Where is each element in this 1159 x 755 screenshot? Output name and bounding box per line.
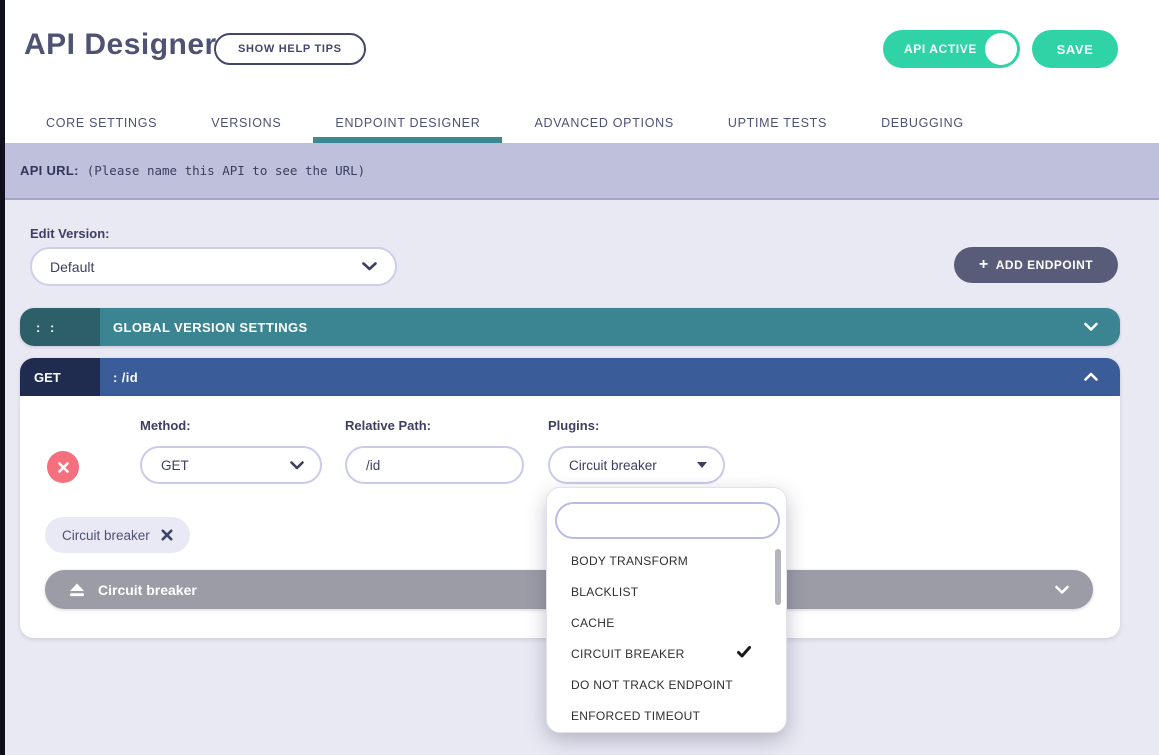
relative-path-input[interactable] [366,458,506,473]
global-settings-drag-handle[interactable]: : : [20,308,100,346]
remove-endpoint-button[interactable] [47,451,79,483]
tab-versions[interactable]: VERSIONS [211,103,281,143]
close-icon [58,462,69,473]
plugin-option-label: CIRCUIT BREAKER [571,647,685,661]
chevron-down-icon [290,461,304,470]
method-badge-label: GET [34,370,61,385]
chevron-down-icon[interactable] [1055,585,1069,594]
plugin-option-cache[interactable]: CACHE [547,607,777,638]
plugin-tag-label: Circuit breaker [62,528,150,543]
relative-path-field [345,446,524,484]
toggle-knob[interactable] [985,33,1017,65]
plugin-option-label: DO NOT TRACK ENDPOINT [571,678,733,692]
plugins-label: Plugins: [548,418,599,433]
drag-handle-icon: : : [36,320,57,335]
plugin-bar-title: Circuit breaker [98,582,197,598]
plugin-option-circuit-breaker[interactable]: CIRCUIT BREAKER [547,638,777,669]
tab-label: DEBUGGING [881,116,964,130]
caret-down-icon [697,462,707,468]
plugin-option-label: BODY TRANSFORM [571,554,688,568]
eject-icon [69,583,85,597]
plugin-option-body-transform[interactable]: BODY TRANSFORM [547,545,777,576]
add-endpoint-label: ADD ENDPOINT [996,258,1093,272]
api-url-value: (Please name this API to see the URL) [87,163,365,178]
page-title: API Designer [24,28,217,62]
relative-path-label: Relative Path: [345,418,431,433]
add-endpoint-button[interactable]: + ADD ENDPOINT [954,247,1118,283]
method-select-value: GET [161,458,189,473]
tab-bar: CORE SETTINGS VERSIONS ENDPOINT DESIGNER… [46,103,964,143]
method-label: Method: [140,418,191,433]
chevron-up-icon[interactable] [1084,373,1098,382]
version-select[interactable]: Default [30,247,397,286]
tab-label: UPTIME TESTS [728,116,827,130]
api-designer-screen: API Designer SHOW HELP TIPS API ACTIVE S… [0,0,1159,755]
api-active-label: API ACTIVE [904,42,977,56]
plugins-select-value: Circuit breaker [569,458,657,473]
endpoint-method-badge: GET [20,358,100,396]
tab-label: ADVANCED OPTIONS [534,116,673,130]
method-select[interactable]: GET [140,446,322,484]
api-url-label: API URL: [20,163,79,178]
chevron-down-icon [362,262,377,271]
global-settings-bar-main[interactable]: GLOBAL VERSION SETTINGS [100,308,1120,346]
plugin-search-input[interactable] [555,502,780,539]
plugin-option-label: CACHE [571,616,615,630]
api-active-toggle[interactable]: API ACTIVE [883,30,1020,68]
endpoint-path-title: : /id [113,370,138,385]
remove-plugin-icon[interactable] [161,529,173,541]
window-edge [0,0,5,755]
endpoint-header-bar[interactable]: GET : /id [20,358,1120,396]
plus-icon: + [979,257,989,273]
edit-version-label: Edit Version: [30,226,109,241]
tab-uptime-tests[interactable]: UPTIME TESTS [728,103,827,143]
plugin-option-label: ENFORCED TIMEOUT [571,709,700,723]
api-url-bar: API URL: (Please name this API to see th… [0,143,1159,200]
save-label: SAVE [1057,42,1094,57]
tab-core-settings[interactable]: CORE SETTINGS [46,103,157,143]
plugin-option-do-not-track[interactable]: DO NOT TRACK ENDPOINT [547,669,777,700]
save-button[interactable]: SAVE [1032,30,1118,68]
plugins-dropdown: BODY TRANSFORM BLACKLIST CACHE CIRCUIT B… [546,487,787,733]
plugin-option-blacklist[interactable]: BLACKLIST [547,576,777,607]
show-help-tips-button[interactable]: SHOW HELP TIPS [214,33,366,65]
dropdown-scrollbar[interactable] [775,549,781,605]
header: API Designer SHOW HELP TIPS API ACTIVE S… [0,0,1159,143]
tab-debugging[interactable]: DEBUGGING [881,103,964,143]
global-settings-title: GLOBAL VERSION SETTINGS [113,320,308,335]
plugin-option-label: BLACKLIST [571,585,638,599]
tab-advanced-options[interactable]: ADVANCED OPTIONS [534,103,673,143]
plugin-option-enforced-timeout[interactable]: ENFORCED TIMEOUT [547,700,777,731]
tab-label: CORE SETTINGS [46,116,157,130]
plugin-option-list: BODY TRANSFORM BLACKLIST CACHE CIRCUIT B… [547,545,777,731]
check-icon [737,646,751,658]
chevron-down-icon[interactable] [1084,323,1098,332]
global-version-settings-bar[interactable]: : : GLOBAL VERSION SETTINGS [20,308,1120,346]
endpoint-bar-main[interactable]: : /id [100,358,1120,396]
tab-label: ENDPOINT DESIGNER [335,116,480,130]
version-select-value: Default [50,259,94,275]
tab-label: VERSIONS [211,116,281,130]
plugins-select[interactable]: Circuit breaker [548,446,725,484]
tab-endpoint-designer[interactable]: ENDPOINT DESIGNER [335,103,480,143]
show-help-tips-label: SHOW HELP TIPS [238,43,342,55]
selected-plugin-tag: Circuit breaker [45,517,190,553]
